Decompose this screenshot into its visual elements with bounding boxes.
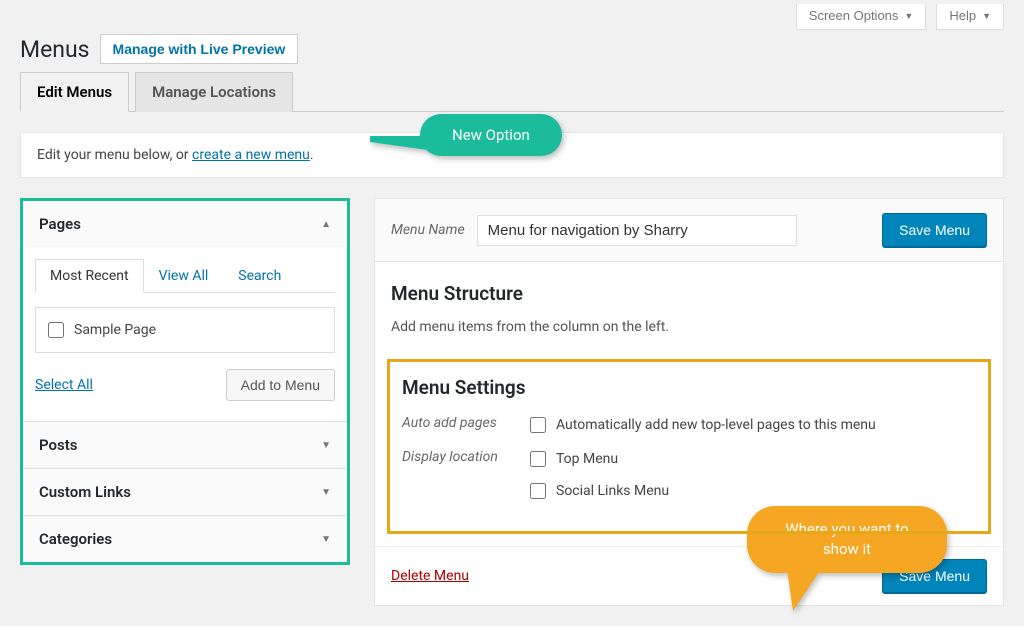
chevron-down-icon: ▼ (904, 11, 913, 21)
accordion-posts-header[interactable]: Posts ▼ (23, 422, 347, 468)
page-item-label: Sample Page (74, 322, 156, 338)
auto-add-pages-desc: Automatically add new top-level pages to… (556, 417, 876, 433)
save-menu-button-top[interactable]: Save Menu (882, 213, 987, 247)
menu-settings-title: Menu Settings (402, 376, 976, 399)
chevron-down-icon: ▼ (321, 534, 331, 545)
inner-tab-search[interactable]: Search (223, 259, 296, 293)
auto-add-pages-option[interactable]: Automatically add new top-level pages to… (530, 413, 876, 437)
inner-tab-most-recent[interactable]: Most Recent (35, 259, 144, 293)
select-all-link[interactable]: Select All (35, 377, 93, 393)
help-button[interactable]: Help ▼ (936, 4, 1004, 30)
location-social-label: Social Links Menu (556, 483, 669, 499)
auto-add-pages-label: Auto add pages (402, 413, 512, 431)
accordion-posts-title: Posts (39, 436, 77, 454)
accordion-custom-links-title: Custom Links (39, 483, 131, 501)
annotation-new-option: New Option (420, 114, 562, 156)
chevron-up-icon: ▲ (321, 219, 331, 230)
live-preview-button[interactable]: Manage with Live Preview (100, 34, 299, 64)
location-top-menu-label: Top Menu (556, 451, 618, 467)
menu-editor-panel: Where you want to show it Menu Name Save… (374, 198, 1004, 606)
auto-add-pages-checkbox[interactable] (530, 417, 546, 433)
accordion-pages-header[interactable]: Pages ▲ (23, 201, 347, 247)
page-item-sample[interactable]: Sample Page (48, 318, 322, 342)
menu-structure-desc: Add menu items from the column on the le… (391, 319, 987, 335)
help-label: Help (949, 8, 976, 23)
menu-sources-panel: Pages ▲ Most Recent View All Search Samp… (20, 198, 350, 565)
location-social-checkbox[interactable] (530, 483, 546, 499)
accordion-pages-title: Pages (39, 215, 81, 233)
page-title: Menus (20, 36, 90, 63)
menu-settings-section: Menu Settings Auto add pages Automatical… (387, 359, 991, 534)
create-new-menu-link[interactable]: create a new menu (192, 147, 310, 163)
menu-structure-title: Menu Structure (391, 282, 987, 305)
accordion-custom-links-header[interactable]: Custom Links ▼ (23, 469, 347, 515)
accordion-categories-header[interactable]: Categories ▼ (23, 516, 347, 562)
add-to-menu-button[interactable]: Add to Menu (226, 369, 335, 401)
tab-manage-locations[interactable]: Manage Locations (135, 72, 293, 112)
location-top-menu-option[interactable]: Top Menu (530, 447, 669, 471)
delete-menu-link[interactable]: Delete Menu (391, 568, 469, 584)
chevron-down-icon: ▼ (321, 440, 331, 451)
menu-name-input[interactable] (477, 215, 797, 246)
screen-options-label: Screen Options (809, 8, 899, 23)
notice-suffix: . (310, 147, 314, 163)
menu-name-label: Menu Name (391, 222, 465, 238)
location-social-option[interactable]: Social Links Menu (530, 479, 669, 503)
chevron-down-icon: ▼ (982, 11, 991, 21)
location-top-menu-checkbox[interactable] (530, 451, 546, 467)
chevron-down-icon: ▼ (321, 487, 331, 498)
notice-prefix: Edit your menu below, or (37, 147, 192, 163)
tab-edit-menus[interactable]: Edit Menus (20, 72, 129, 112)
accordion-categories-title: Categories (39, 530, 112, 548)
page-item-checkbox[interactable] (48, 322, 64, 338)
inner-tab-view-all[interactable]: View All (144, 259, 224, 293)
display-location-label: Display location (402, 447, 512, 465)
screen-options-button[interactable]: Screen Options ▼ (796, 4, 927, 30)
nav-tabs: Edit Menus Manage Locations New Option (20, 72, 1004, 112)
